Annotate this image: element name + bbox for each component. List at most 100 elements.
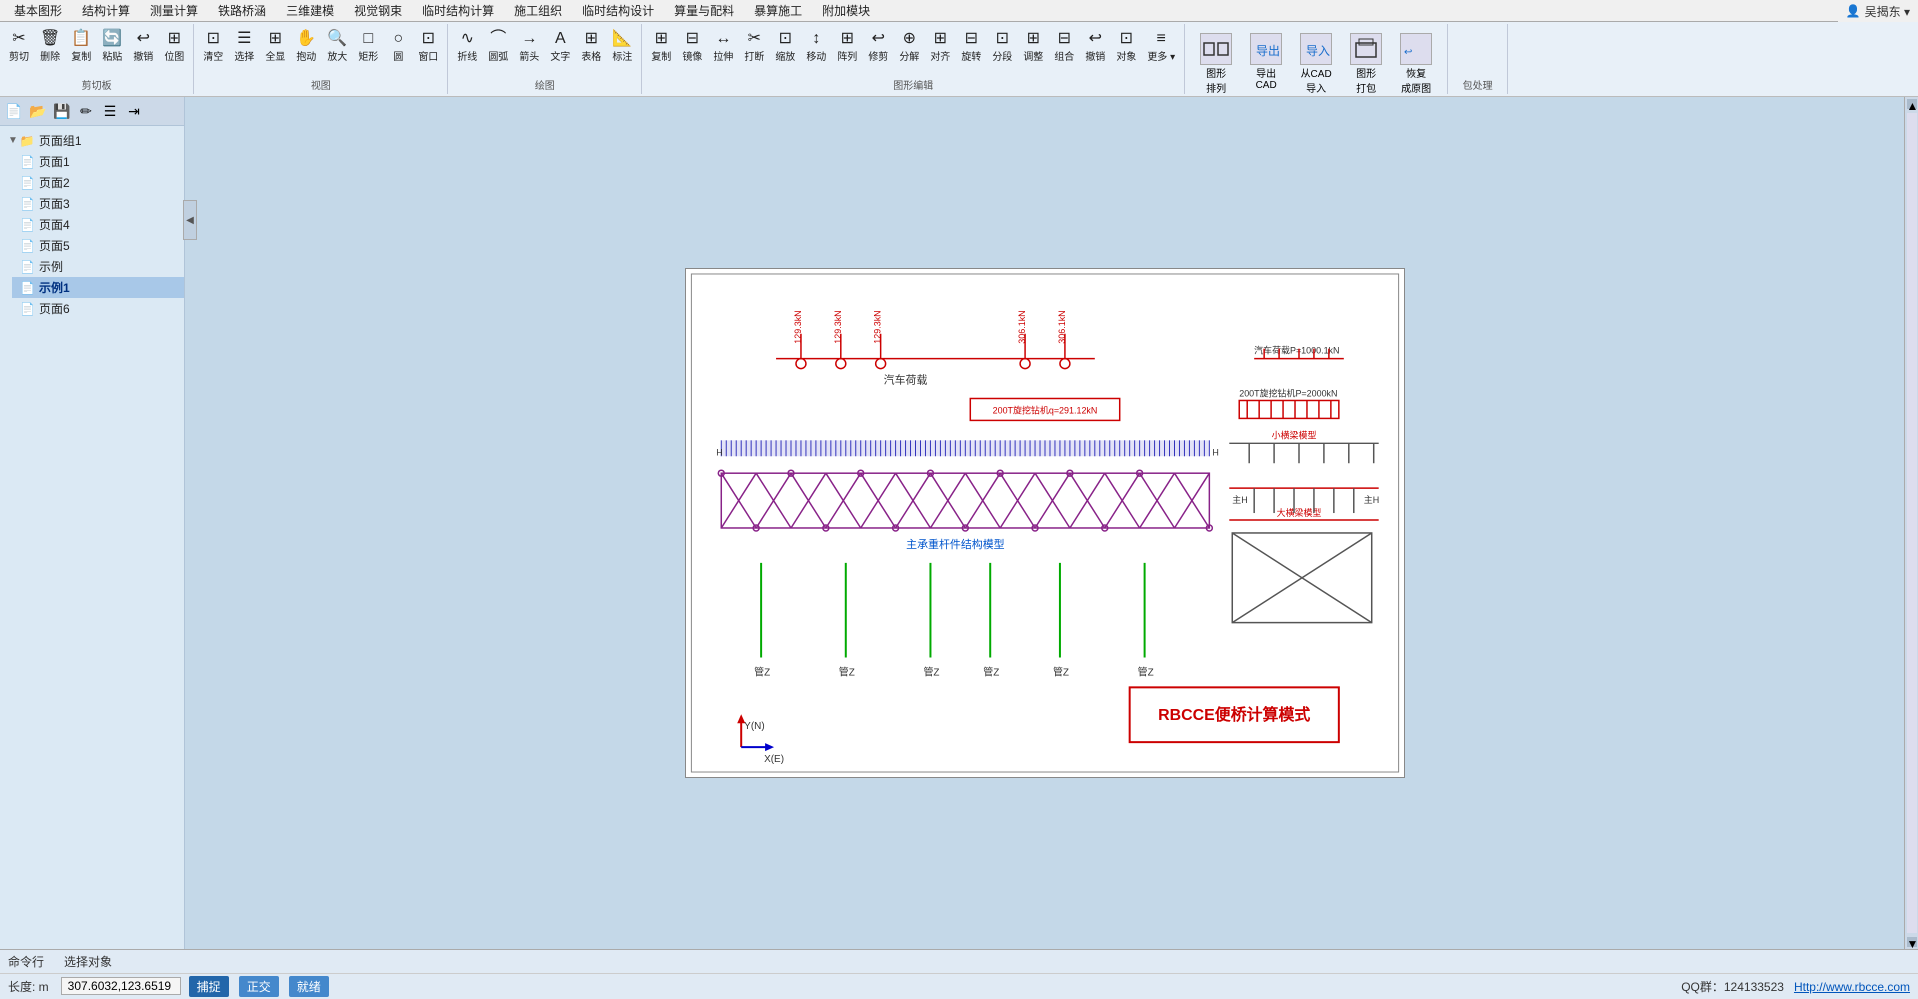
move-button[interactable]: ↕移动 [801, 26, 831, 75]
main-canvas[interactable]: 129.3kN 129.3kN 129.3kN 306.1kN 306.1kN [185, 97, 1904, 949]
coord-box: 307.6032,123.6519 [61, 977, 181, 995]
rotate-button[interactable]: ⊟旋转 [956, 26, 986, 75]
print-button[interactable]: 图形打包 [1343, 30, 1389, 98]
array-button[interactable]: ⊞阵列 [832, 26, 862, 75]
sidebar-new-button[interactable]: 📄 [3, 100, 25, 122]
clear-button[interactable]: ⊡清空 [198, 26, 228, 75]
canvas-inner: 129.3kN 129.3kN 129.3kN 306.1kN 306.1kN [185, 97, 1904, 949]
svg-text:导入: 导入 [1306, 44, 1330, 58]
sidebar-item-page4[interactable]: 📄 页面4 [12, 214, 184, 235]
circle-button[interactable]: ○圆 [384, 26, 412, 75]
copy-icon: 📋 [71, 29, 91, 48]
zoom-button[interactable]: 🔍放大 [322, 26, 352, 75]
sidebar-item-example[interactable]: 📄 示例 [12, 256, 184, 277]
fullview-button[interactable]: ⊞全显 [260, 26, 290, 75]
right-scrollbar[interactable]: ▲ ▼ [1904, 97, 1918, 949]
rbcce-label: RBCCE便桥计算模式 [1158, 705, 1310, 724]
explode-button[interactable]: ⊕分解 [894, 26, 924, 75]
break-button[interactable]: ✂打断 [739, 26, 769, 75]
rect-button[interactable]: □矩形 [353, 26, 383, 75]
menu-附加模块[interactable]: 附加模块 [812, 0, 880, 21]
pan-button[interactable]: ✋抱动 [291, 26, 321, 75]
window-icon: ⊡ [422, 29, 435, 48]
delete-icon: 🗑 [40, 29, 60, 48]
text-icon: A [555, 29, 566, 48]
menu-铁路桥涵[interactable]: 铁路桥涵 [208, 0, 276, 21]
sidebar-item-example1[interactable]: 📄 示例1 [12, 277, 184, 298]
sidebar-list-button[interactable]: ☰ [99, 100, 121, 122]
menu-基本图形[interactable]: 基本图形 [4, 0, 72, 21]
scale-button[interactable]: ⊡缩放 [770, 26, 800, 75]
restore-icon: ↩ [1400, 33, 1432, 65]
menu-测量计算[interactable]: 测量计算 [140, 0, 208, 21]
ribbon: ✂ 剪切 🗑 删除 📋 复制 🔄 粘贴 ↩ 撤销 ⊞ 位图 [0, 22, 1918, 97]
scroll-down-button[interactable]: ▼ [1907, 937, 1917, 947]
menu-三维建模[interactable]: 三维建模 [276, 0, 344, 21]
ortho-button[interactable]: 正交 [239, 976, 279, 997]
mirror-button[interactable]: ⊟镜像 [677, 26, 707, 75]
segment-button[interactable]: ⊡分段 [987, 26, 1017, 75]
arc-button[interactable]: ⌒圆弧 [483, 26, 513, 75]
object-button[interactable]: ⊡对象 [1111, 26, 1141, 75]
rotate-icon: ⊟ [965, 29, 978, 48]
figure-arrange-button[interactable]: 图形排列 [1193, 30, 1239, 98]
menu-视觉钢束[interactable]: 视觉钢束 [344, 0, 412, 21]
copy-button[interactable]: 📋 复制 [66, 26, 96, 75]
edit-buttons: ⊞复制 ⊟镜像 ↔拉伸 ✂打断 ⊡缩放 ↕移动 ⊞阵列 ↩修剪 ⊕分解 ⊞对齐 … [646, 26, 1180, 75]
sidebar-edit-button[interactable]: ✏ [75, 100, 97, 122]
tree-group-1[interactable]: ▼ 📁 页面组1 [0, 130, 184, 151]
sidebar-item-page6[interactable]: 📄 页面6 [12, 298, 184, 319]
delete-button[interactable]: 🗑 删除 [35, 26, 65, 75]
text-button[interactable]: A文字 [545, 26, 575, 75]
stretch-button[interactable]: ↔拉伸 [708, 26, 738, 75]
ribbon-group-draw: ∿折线 ⌒圆弧 →箭头 A文字 ⊞表格 📐标注 绘图 [448, 24, 642, 94]
sidebar-item-page3[interactable]: 📄 页面3 [12, 193, 184, 214]
scissors-icon: ✂ [12, 29, 25, 48]
user-info[interactable]: 👤 吴揭东 ▾ [1838, 0, 1918, 22]
sidebar-open-button[interactable]: 📂 [27, 100, 49, 122]
sidebar-item-page2[interactable]: 📄 页面2 [12, 172, 184, 193]
bitmap-button[interactable]: ⊞ 位图 [159, 26, 189, 75]
sidebar-collapse-button[interactable]: ◀ [183, 200, 197, 240]
dimension-button[interactable]: 📐标注 [607, 26, 637, 75]
pipe-label-5: 管Z [1052, 665, 1068, 678]
car-load-label: 汽车荷载 [883, 373, 927, 387]
website-link[interactable]: Http://www.rbcce.com [1794, 980, 1910, 994]
sidebar-item-page1[interactable]: 📄 页面1 [12, 151, 184, 172]
polyline-button[interactable]: ∿折线 [452, 26, 482, 75]
trim-icon: ↩ [872, 29, 885, 48]
align-button[interactable]: ⊞对齐 [925, 26, 955, 75]
page-icon: 📄 [20, 218, 35, 232]
menu-临时结构设计[interactable]: 临时结构设计 [572, 0, 664, 21]
drawing-svg: 129.3kN 129.3kN 129.3kN 306.1kN 306.1kN [686, 269, 1404, 777]
table-button[interactable]: ⊞表格 [576, 26, 606, 75]
menu-临时结构计算[interactable]: 临时结构计算 [412, 0, 504, 21]
arrow-button[interactable]: →箭头 [514, 26, 544, 75]
drawing-area[interactable]: 129.3kN 129.3kN 129.3kN 306.1kN 306.1kN [685, 268, 1405, 778]
menu-结构计算[interactable]: 结构计算 [72, 0, 140, 21]
menu-算量与配料[interactable]: 算量与配料 [664, 0, 744, 21]
edit-copy-button[interactable]: ⊞复制 [646, 26, 676, 75]
window-button[interactable]: ⊡窗口 [413, 26, 443, 75]
cut-button[interactable]: ✂ 剪切 [4, 26, 34, 75]
menu-施工组织[interactable]: 施工组织 [504, 0, 572, 21]
export-cad-button[interactable]: 导出 导出CAD [1243, 30, 1289, 98]
more-button[interactable]: ≡更多 ▾ [1142, 26, 1180, 75]
paste-button[interactable]: 🔄 粘贴 [97, 26, 127, 75]
adjust-button[interactable]: ⊞调整 [1018, 26, 1048, 75]
sidebar-indent-button[interactable]: ⇥ [123, 100, 145, 122]
undo2-button[interactable]: ↩撤销 [1080, 26, 1110, 75]
sidebar-save-button[interactable]: 💾 [51, 100, 73, 122]
restore-button[interactable]: ↩ 恢复成原图 [1393, 30, 1439, 98]
import-cad-button[interactable]: 导入 从CAD导入 [1293, 30, 1339, 98]
select-button[interactable]: ☰选择 [229, 26, 259, 75]
undo-button[interactable]: ↩ 撤销 [128, 26, 158, 75]
menu-暴算施工[interactable]: 暴算施工 [744, 0, 812, 21]
sidebar-item-page5[interactable]: 📄 页面5 [12, 235, 184, 256]
finish-button[interactable]: 就绪 [289, 976, 329, 997]
group-button[interactable]: ⊟组合 [1049, 26, 1079, 75]
trim-button[interactable]: ↩修剪 [863, 26, 893, 75]
tree-group-1-children: 📄 页面1 📄 页面2 📄 页面3 📄 页面4 📄 页面5 📄 示例 [0, 151, 184, 319]
scroll-up-button[interactable]: ▲ [1907, 99, 1917, 109]
capture-button[interactable]: 捕捉 [189, 976, 229, 997]
